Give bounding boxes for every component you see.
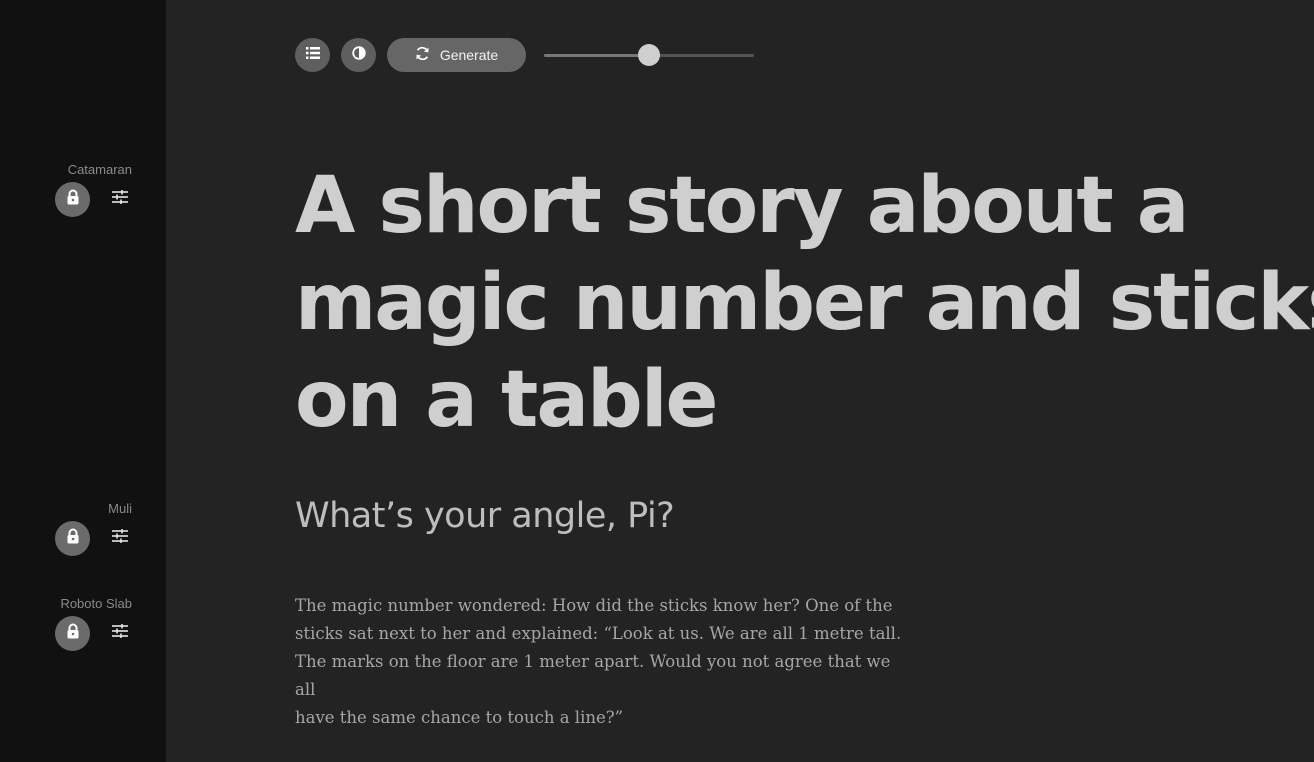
font-settings-button[interactable] <box>110 621 130 645</box>
size-slider[interactable] <box>544 43 754 67</box>
headline-line: A short story about a <box>295 161 1189 251</box>
story-headline: A short story about a magic number and s… <box>295 158 1314 449</box>
lock-icon <box>66 528 80 549</box>
lock-font-button[interactable] <box>55 616 90 651</box>
sliders-icon <box>112 528 128 548</box>
lock-icon <box>66 623 80 644</box>
headline-line: on a table <box>295 355 718 445</box>
contrast-toggle-button[interactable] <box>341 38 376 72</box>
refresh-icon <box>415 46 430 64</box>
font-name-label: Catamaran <box>67 162 132 177</box>
lock-font-button[interactable] <box>55 182 90 217</box>
main-content: Generate A short story about a magic num… <box>166 0 1314 762</box>
body-line: sticks sat next to her and explained: “L… <box>295 624 902 643</box>
list-view-button[interactable] <box>295 38 330 72</box>
font-settings-button[interactable] <box>110 526 130 550</box>
sidebar: Catamaran Muli Roboto Slab <box>0 0 166 762</box>
body-line: The marks on the floor are 1 meter apart… <box>295 652 891 699</box>
contrast-icon <box>351 45 366 65</box>
generate-button[interactable]: Generate <box>387 38 526 72</box>
sliders-icon <box>112 623 128 643</box>
body-line: have the same chance to touch a line?” <box>295 708 624 727</box>
font-settings-button[interactable] <box>110 187 130 211</box>
lock-font-button[interactable] <box>55 521 90 556</box>
lock-icon <box>66 189 80 210</box>
list-icon <box>305 46 320 64</box>
font-name-label: Muli <box>108 501 132 516</box>
slider-thumb[interactable] <box>638 44 660 66</box>
slider-fill <box>544 54 649 57</box>
headline-line: magic number and sticks <box>295 258 1314 348</box>
generate-label: Generate <box>439 47 499 63</box>
font-name-label: Roboto Slab <box>60 596 132 611</box>
sliders-icon <box>112 189 128 209</box>
story-body: The magic number wondered: How did the s… <box>295 592 905 732</box>
body-line: The magic number wondered: How did the s… <box>295 596 893 615</box>
story-subheading: What’s your angle, Pi? <box>295 496 675 536</box>
